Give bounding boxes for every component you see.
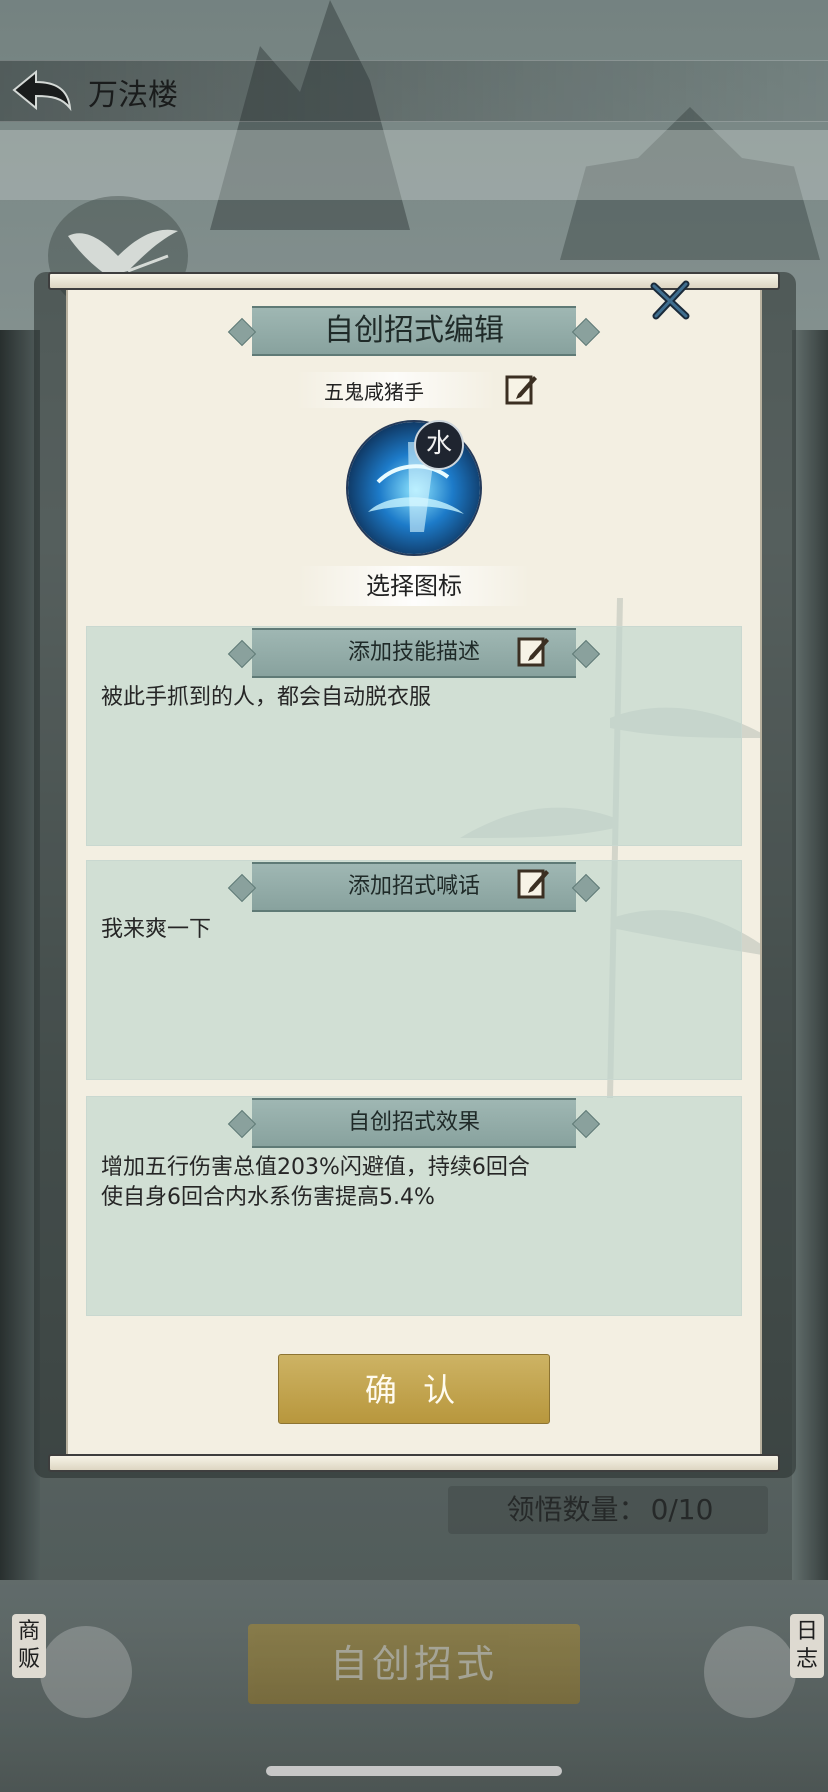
edit-icon	[517, 637, 549, 667]
close-button[interactable]	[646, 276, 694, 324]
effect-text: 增加五行伤害总值203%闪避值，持续6回合 使自身6回合内水系伤害提高5.4%	[101, 1155, 530, 1210]
choose-icon-button[interactable]: 选择图标	[298, 566, 530, 606]
description-text: 被此手抓到的人，都会自动脱衣服	[101, 685, 432, 710]
edit-description-button[interactable]	[516, 634, 550, 668]
edit-icon	[505, 375, 537, 405]
edit-shout-button[interactable]	[516, 866, 550, 900]
skill-name: 五鬼咸猪手	[324, 380, 424, 404]
element-badge: 水	[414, 420, 464, 470]
edit-name-button[interactable]	[504, 372, 538, 406]
shout-text: 我来爽一下	[101, 917, 212, 942]
scroll-rod-bottom	[48, 1454, 780, 1472]
close-icon	[650, 280, 690, 320]
effect-header: 自创招式效果	[252, 1098, 576, 1148]
edit-icon	[517, 869, 549, 899]
skill-name-field[interactable]: 五鬼咸猪手	[296, 372, 536, 408]
modal-title: 自创招式编辑	[252, 306, 576, 356]
confirm-button[interactable]: 确 认	[278, 1354, 550, 1424]
